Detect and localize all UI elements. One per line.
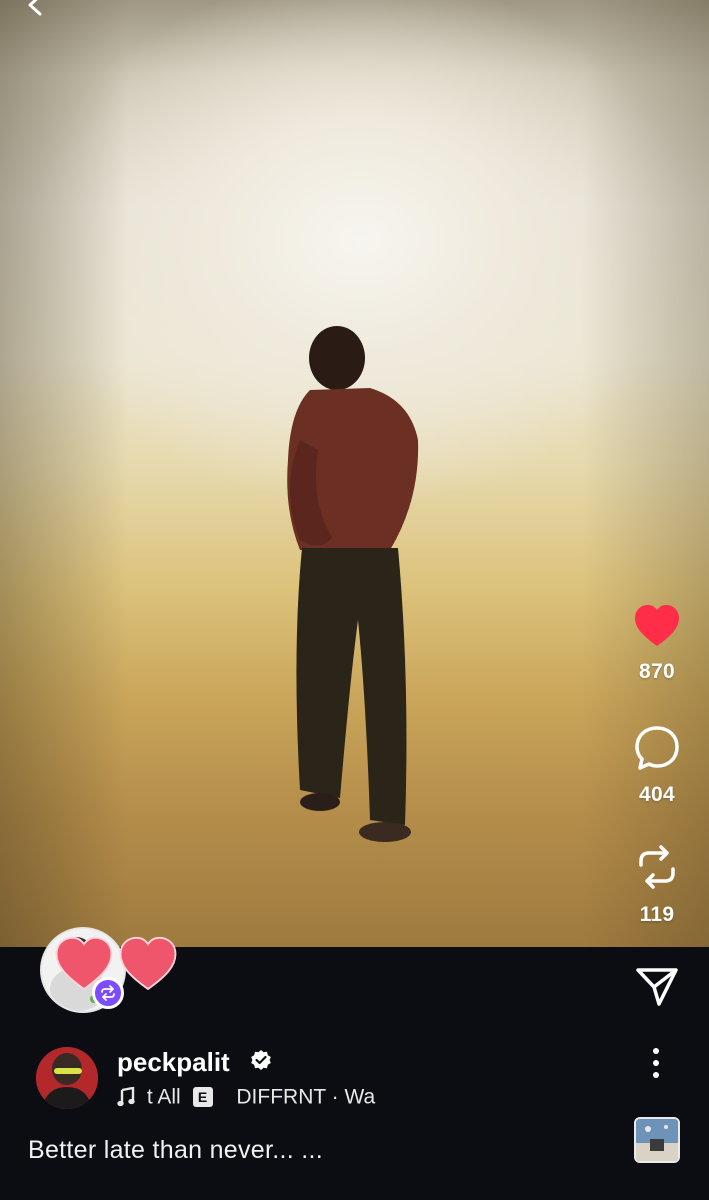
explicit-badge: E	[192, 1087, 213, 1108]
chevron-left-icon[interactable]	[22, 0, 48, 18]
repost-button[interactable]: 119	[618, 843, 696, 927]
comment-count: 404	[639, 783, 675, 806]
repost-count: 119	[639, 903, 675, 926]
floating-heart-icon	[119, 936, 177, 991]
floating-heart-icon	[55, 936, 113, 991]
post-media-image[interactable]	[0, 0, 709, 947]
repost-icon	[639, 845, 675, 889]
album-art-image	[636, 1119, 678, 1161]
heart-icon	[635, 605, 679, 646]
more-vertical-icon[interactable]	[645, 1046, 667, 1080]
verified-badge-icon	[251, 1050, 271, 1070]
comment-bubble-icon	[635, 726, 679, 770]
author-avatar-image	[36, 1047, 98, 1109]
send-icon	[636, 968, 678, 1006]
author-username[interactable]: peckpalit	[117, 1047, 230, 1078]
like-count: 870	[639, 660, 675, 683]
music-track-row[interactable]: t All E DIFFRNT · Wa	[117, 1085, 385, 1113]
music-note-icon	[117, 1087, 135, 1107]
author-avatar[interactable]	[36, 1047, 98, 1109]
like-button[interactable]: 870	[618, 604, 696, 684]
person-silhouette	[287, 326, 419, 842]
share-button[interactable]	[618, 966, 696, 1008]
post-caption[interactable]: Better late than never... ...	[28, 1136, 323, 1165]
music-artist: DIFFRNT · Wa	[236, 1085, 376, 1109]
music-title: t All	[146, 1085, 181, 1109]
comment-button[interactable]: 404	[618, 725, 696, 807]
music-album-thumbnail[interactable]	[634, 1117, 680, 1163]
